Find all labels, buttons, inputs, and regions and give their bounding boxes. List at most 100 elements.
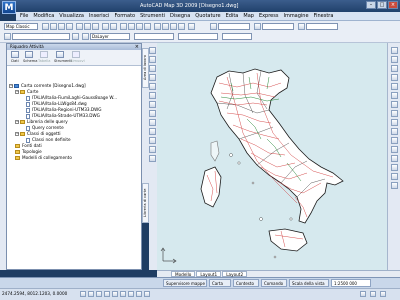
print-icon[interactable]	[66, 23, 73, 30]
arc-icon[interactable]	[149, 83, 156, 90]
dim-style-icon[interactable]	[254, 23, 261, 30]
layers-icon[interactable]	[4, 33, 11, 40]
trim-icon[interactable]	[391, 128, 398, 135]
table-style-icon[interactable]	[298, 23, 305, 30]
tree-item-link-templates[interactable]: Modelli di collegamento	[15, 155, 72, 161]
layer-previous-icon[interactable]	[72, 33, 79, 40]
color-combo[interactable]: DaLayer	[90, 33, 130, 40]
copy-object-icon[interactable]	[391, 56, 398, 63]
zoom-previous-icon[interactable]	[144, 23, 151, 30]
region-icon[interactable]	[149, 137, 156, 144]
pan-icon[interactable]	[120, 23, 127, 30]
tool-palette-icon[interactable]	[170, 23, 177, 30]
linetype-combo[interactable]	[134, 33, 174, 40]
osnap-toggle[interactable]	[112, 291, 118, 297]
lineweight-combo[interactable]	[178, 33, 218, 40]
rotate-icon[interactable]	[391, 101, 398, 108]
tools-tool-button[interactable]: Strumenti	[54, 51, 72, 63]
spline-icon[interactable]	[149, 101, 156, 108]
menu-map[interactable]: Map	[243, 13, 254, 19]
redo-icon[interactable]	[110, 23, 117, 30]
properties-icon[interactable]	[154, 23, 161, 30]
menu-file[interactable]: File	[20, 13, 28, 19]
text-style-combo[interactable]	[218, 23, 250, 30]
text-style-icon[interactable]	[210, 23, 217, 30]
calculator-icon[interactable]	[178, 23, 185, 30]
tab-context[interactable]: Contesto	[233, 279, 259, 287]
close-window-button[interactable]: ×	[388, 1, 398, 9]
data-tool-button[interactable]: Dati	[9, 51, 21, 63]
menu-strumenti[interactable]: Strumenti	[140, 13, 165, 19]
mirror-icon[interactable]	[391, 65, 398, 72]
scale-icon[interactable]	[391, 110, 398, 117]
tab-workspace[interactable]: Area di lavoro	[142, 48, 149, 88]
workspace-combo[interactable]: Map Classic	[4, 23, 38, 30]
ducs-toggle[interactable]	[128, 291, 134, 297]
extend-icon[interactable]	[391, 137, 398, 144]
tab-map-supervisor[interactable]: Supervisore mappe	[163, 279, 207, 287]
snap-toggle[interactable]	[80, 291, 86, 297]
table-icon[interactable]	[149, 146, 156, 153]
menu-edita[interactable]: Edita	[226, 13, 239, 19]
cut-icon[interactable]	[76, 23, 83, 30]
clean-screen-icon[interactable]	[380, 291, 386, 297]
zoom-icon[interactable]	[128, 23, 135, 30]
design-center-icon[interactable]	[162, 23, 169, 30]
offset-icon[interactable]	[391, 74, 398, 81]
drawing-canvas[interactable]	[157, 43, 387, 270]
save-icon[interactable]	[58, 23, 65, 30]
menu-visualizza[interactable]: Visualizza	[59, 13, 84, 19]
maximize-button[interactable]: □	[377, 1, 387, 9]
tab-command[interactable]: Comando	[261, 279, 287, 287]
menu-quotature[interactable]: Quotature	[195, 13, 220, 19]
remove-tool-button[interactable]: Rimuovi	[70, 51, 85, 63]
polar-toggle[interactable]	[104, 291, 110, 297]
paste-icon[interactable]	[92, 23, 99, 30]
explode-icon[interactable]	[391, 182, 398, 189]
help-icon[interactable]	[188, 23, 195, 30]
polygon-icon[interactable]	[149, 65, 156, 72]
menu-express[interactable]: Express	[259, 13, 279, 19]
hatch-icon[interactable]	[149, 128, 156, 135]
tab-map-book[interactable]: Libreria di carte	[142, 183, 149, 223]
array-icon[interactable]	[391, 83, 398, 90]
grid-toggle[interactable]	[88, 291, 94, 297]
dyn-toggle[interactable]	[136, 291, 142, 297]
menu-modifica[interactable]: Modifica	[33, 13, 54, 19]
menu-immagine[interactable]: Immagine	[283, 13, 308, 19]
menu-inserisci[interactable]: Inserisci	[89, 13, 110, 19]
rectangle-icon[interactable]	[149, 74, 156, 81]
table-tool-button[interactable]: Tabella	[38, 51, 51, 63]
plotstyle-combo[interactable]	[222, 33, 252, 40]
circle-icon[interactable]	[149, 92, 156, 99]
layer-combo[interactable]	[12, 33, 70, 40]
lwt-toggle[interactable]	[144, 291, 150, 297]
color-icon[interactable]	[82, 33, 89, 40]
scale-combo[interactable]: 1:2500 000	[331, 279, 371, 287]
app-logo-icon[interactable]: M	[2, 1, 16, 14]
menu-disegna[interactable]: Disegna	[170, 13, 190, 19]
move-icon[interactable]	[391, 92, 398, 99]
break-icon[interactable]	[391, 146, 398, 153]
polyline-icon[interactable]	[149, 56, 156, 63]
lock-icon[interactable]	[360, 291, 366, 297]
dim-style-combo[interactable]	[262, 23, 294, 30]
new-icon[interactable]	[42, 23, 49, 30]
table-style-combo[interactable]	[306, 23, 338, 30]
menu-formato[interactable]: Formato	[114, 13, 135, 19]
tab-view-scale[interactable]: Scala della vista	[289, 279, 329, 287]
undo-icon[interactable]	[102, 23, 109, 30]
block-icon[interactable]	[149, 119, 156, 126]
copy-icon[interactable]	[84, 23, 91, 30]
menu-finestra[interactable]: Finestra	[314, 13, 334, 19]
stretch-icon[interactable]	[391, 119, 398, 126]
erase-icon[interactable]	[391, 47, 398, 54]
tab-map[interactable]: Carta	[209, 279, 231, 287]
open-icon[interactable]	[50, 23, 57, 30]
otrack-toggle[interactable]	[120, 291, 126, 297]
ortho-toggle[interactable]	[96, 291, 102, 297]
style-tool-button[interactable]: Schema	[23, 51, 37, 63]
line-icon[interactable]	[149, 47, 156, 54]
ellipse-icon[interactable]	[149, 110, 156, 117]
minimize-button[interactable]: –	[366, 1, 376, 9]
